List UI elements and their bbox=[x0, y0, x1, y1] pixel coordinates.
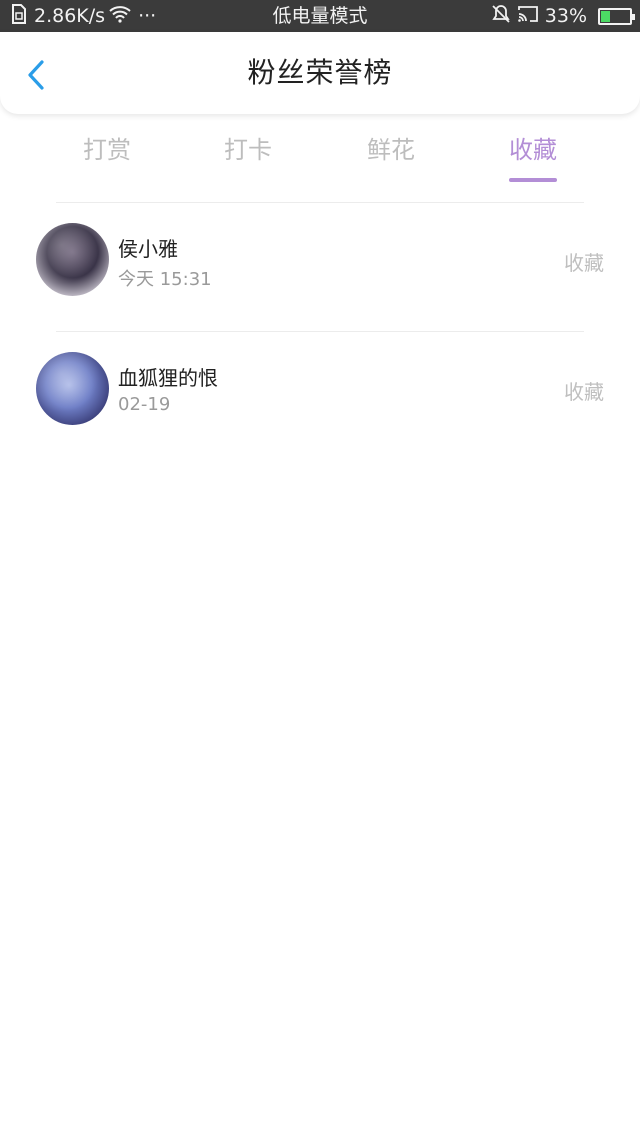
battery-level-fill bbox=[601, 10, 611, 22]
tab-favorites[interactable]: 收藏 bbox=[478, 130, 588, 186]
wifi-icon bbox=[108, 5, 132, 28]
more-indicator: ··· bbox=[138, 5, 157, 27]
tab-label: 鲜花 bbox=[367, 136, 415, 164]
action-type-label: 收藏 bbox=[564, 251, 604, 275]
tab-checkin[interactable]: 打卡 bbox=[193, 130, 303, 186]
timestamp: 02-19 bbox=[118, 394, 171, 415]
avatar[interactable] bbox=[36, 223, 109, 296]
battery-icon bbox=[598, 7, 635, 25]
list-item[interactable]: 侯小雅 今天 15:31 收藏 bbox=[0, 203, 640, 331]
tab-label: 打赏 bbox=[83, 136, 131, 164]
tab-flowers[interactable]: 鲜花 bbox=[336, 130, 446, 186]
page-title: 粉丝荣誉榜 bbox=[247, 56, 393, 89]
status-left: 2.86K/s ··· bbox=[8, 0, 159, 32]
tab-label: 打卡 bbox=[224, 136, 272, 164]
mute-icon bbox=[491, 4, 511, 29]
tab-bar: 打赏 打卡 鲜花 收藏 bbox=[0, 130, 640, 186]
sim-icon bbox=[11, 3, 27, 29]
battery-percent: 33% bbox=[544, 5, 587, 27]
app-header: 粉丝荣誉榜 bbox=[0, 32, 640, 114]
avatar[interactable] bbox=[36, 352, 109, 425]
cast-icon bbox=[517, 5, 539, 28]
tab-label: 收藏 bbox=[509, 136, 557, 164]
status-bar: 2.86K/s ··· 低电量模式 33% bbox=[0, 0, 640, 32]
user-name: 血狐狸的恨 bbox=[118, 366, 218, 390]
fan-list: 侯小雅 今天 15:31 收藏 血狐狸的恨 02-19 收藏 bbox=[0, 202, 640, 460]
tab-reward[interactable]: 打赏 bbox=[52, 130, 162, 186]
timestamp: 今天 15:31 bbox=[118, 269, 212, 290]
list-item[interactable]: 血狐狸的恨 02-19 收藏 bbox=[0, 332, 640, 460]
net-speed: 2.86K/s bbox=[34, 5, 106, 27]
status-right: 33% bbox=[488, 0, 635, 32]
tab-indicator bbox=[509, 178, 557, 182]
user-name: 侯小雅 bbox=[118, 237, 178, 261]
action-type-label: 收藏 bbox=[564, 380, 604, 404]
